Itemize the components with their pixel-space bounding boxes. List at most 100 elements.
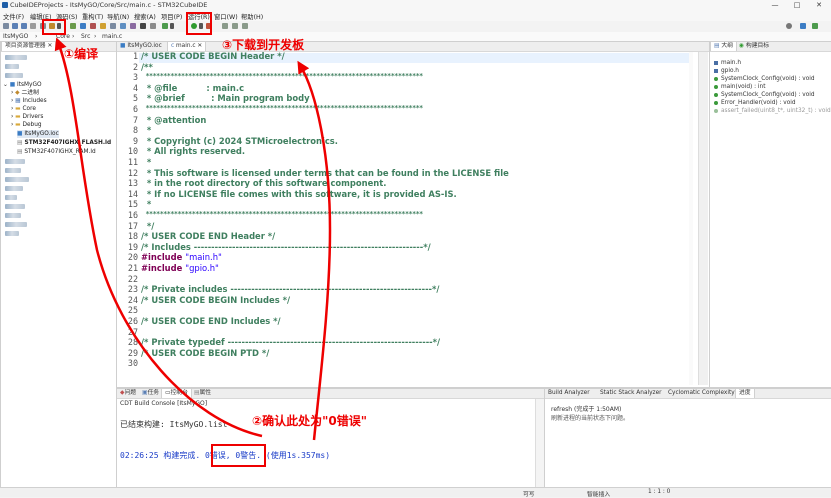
code-line[interactable]: * All rights reserved. xyxy=(141,146,245,156)
minimize-button[interactable]: — xyxy=(764,0,786,11)
blurred-project-3[interactable] xyxy=(5,72,23,80)
open-type-icon[interactable] xyxy=(120,23,126,29)
tree-item-binaries[interactable]: › ◆ 二进制 xyxy=(11,89,39,97)
close-button[interactable]: ✕ xyxy=(808,0,830,11)
code-line[interactable]: * xyxy=(141,199,151,209)
bug-dropdown-icon[interactable] xyxy=(170,23,174,29)
code-line[interactable]: /* USER CODE BEGIN PTD */ xyxy=(141,348,269,358)
tab-ioc[interactable]: ■ ItsMyGO.ioc xyxy=(117,42,165,51)
new-file-icon[interactable] xyxy=(110,23,116,29)
tab-problems[interactable]: ◆问题 xyxy=(117,389,139,398)
chevron-down-icon[interactable]: ⌄ xyxy=(3,82,10,88)
tree-item-drivers[interactable]: › ▬ Drivers xyxy=(11,113,43,121)
menu-project[interactable]: 项目(P) xyxy=(161,12,182,21)
save-icon[interactable] xyxy=(12,23,18,29)
properties-icon[interactable] xyxy=(30,23,36,29)
outline-item[interactable]: Error_Handler(void) : void xyxy=(714,100,796,108)
tree-item-core[interactable]: › ▬ Core xyxy=(11,105,36,113)
tab-properties[interactable]: ▤属性 xyxy=(191,389,214,398)
code-line[interactable]: * If no LICENSE file comes with this sof… xyxy=(141,189,457,199)
global-search-icon[interactable] xyxy=(786,23,792,29)
nav-forward-icon[interactable] xyxy=(232,23,238,29)
code-line[interactable]: * @brief : Main program body xyxy=(141,93,310,103)
blurred-project-8[interactable] xyxy=(5,194,17,202)
outline-item[interactable]: gpio.h xyxy=(714,68,739,76)
outline-item[interactable]: SystemClock_Config(void) : void xyxy=(714,92,815,100)
save-all-icon[interactable] xyxy=(21,23,27,29)
code-line[interactable]: ****************************************… xyxy=(141,104,423,112)
mcu-icon[interactable] xyxy=(100,23,106,29)
editor-scrollbar[interactable] xyxy=(698,52,708,385)
code-line[interactable]: /** xyxy=(141,62,153,72)
blurred-project-7[interactable] xyxy=(5,185,23,193)
tab-tasks[interactable]: ▣任务 xyxy=(139,389,162,398)
nav-back-icon[interactable] xyxy=(222,23,228,29)
maximize-button[interactable]: □ xyxy=(786,0,808,11)
tree-item-debug[interactable]: › ▬ Debug xyxy=(11,121,42,129)
search-icon[interactable] xyxy=(130,23,136,29)
code-line[interactable]: ****************************************… xyxy=(141,210,423,218)
breadcrumb-src[interactable]: Src xyxy=(81,33,90,40)
breadcrumb-file[interactable]: main.c xyxy=(102,33,122,40)
code-line-include-main[interactable]: #include "main.h" xyxy=(141,252,222,262)
perspective-debug-icon[interactable] xyxy=(812,23,818,29)
outline-item[interactable]: assert_failed(uint8_t*, uint32_t) : void xyxy=(714,108,831,116)
menu-window[interactable]: 窗口(W) xyxy=(214,12,238,21)
outline-item[interactable]: main.h xyxy=(714,60,741,68)
code-line[interactable]: * @attention xyxy=(141,115,207,125)
code-line[interactable]: /* Private includes --------------------… xyxy=(141,284,439,294)
tab-main-c[interactable]: c main.c ✕ xyxy=(167,42,207,51)
tree-item-ioc[interactable]: ■ ItsMyGO.ioc xyxy=(17,130,59,138)
blurred-project-9[interactable] xyxy=(5,203,25,211)
debug-icon[interactable] xyxy=(70,23,76,29)
tab-project-explorer[interactable]: 项目资源管理器 ✕ xyxy=(1,42,57,51)
tree-item-includes[interactable]: › ▦ Includes xyxy=(11,97,47,105)
tree-item-ram-ld[interactable]: ▤ STM32F407IGHX_RAM.ld xyxy=(17,148,96,156)
code-line[interactable]: * Copyright (c) 2024 STMicroelectronics. xyxy=(141,136,338,146)
menu-help[interactable]: 帮助(H) xyxy=(241,12,263,21)
last-edit-icon[interactable] xyxy=(242,23,248,29)
blurred-project-10[interactable] xyxy=(5,212,21,220)
blurred-project-11[interactable] xyxy=(5,221,27,229)
blurred-project-4[interactable] xyxy=(5,158,25,166)
new-icon[interactable] xyxy=(3,23,9,29)
code-line[interactable]: * xyxy=(141,125,151,135)
menu-navigate[interactable]: 导航(N) xyxy=(107,12,129,21)
tab-progress[interactable]: 进度 xyxy=(735,389,755,398)
menu-refactor[interactable]: 重构(T) xyxy=(82,12,103,21)
bug-icon[interactable] xyxy=(162,23,168,29)
tree-item-project[interactable]: ⌄ ■ ItsMyGO xyxy=(3,81,42,89)
menu-search[interactable]: 搜索(A) xyxy=(134,12,156,21)
code-line[interactable]: ****************************************… xyxy=(141,72,423,80)
connect-icon[interactable] xyxy=(90,23,96,29)
tab-static-stack[interactable]: Static Stack Analyzer xyxy=(597,389,665,398)
device-config-icon[interactable] xyxy=(80,23,86,29)
terminal-icon[interactable] xyxy=(140,23,146,29)
code-line[interactable]: /* USER CODE END Header */ xyxy=(141,231,275,241)
code-line-include-gpio[interactable]: #include "gpio.h" xyxy=(141,263,219,273)
console-scrollbar[interactable] xyxy=(535,399,544,487)
outline-item[interactable]: main(void) : int xyxy=(714,84,765,92)
code-line[interactable]: * This software is licensed under terms … xyxy=(141,168,509,178)
tree-item-flash-ld[interactable]: ▤ STM32F407IGHX_FLASH.ld xyxy=(17,139,111,147)
breadcrumb-project[interactable]: ItsMyGO xyxy=(3,33,28,40)
menu-file[interactable]: 文件(F) xyxy=(3,12,24,21)
blurred-project-5[interactable] xyxy=(5,167,21,175)
code-line[interactable]: * xyxy=(141,157,151,167)
code-line[interactable]: */ xyxy=(141,221,154,231)
code-line[interactable]: /* Private typedef ---------------------… xyxy=(141,337,440,347)
blurred-project-12[interactable] xyxy=(5,230,19,238)
code-line[interactable]: /* USER CODE BEGIN Includes */ xyxy=(141,295,290,305)
code-line[interactable]: /* Includes ----------------------------… xyxy=(141,242,431,252)
close-icon[interactable]: ✕ xyxy=(47,43,52,49)
tab-cyclomatic[interactable]: Cyclomatic Complexity xyxy=(665,389,738,398)
blurred-project-2[interactable] xyxy=(5,63,19,71)
close-icon[interactable]: ✕ xyxy=(197,43,202,49)
blurred-project-1[interactable] xyxy=(5,54,27,62)
tab-build-targets[interactable]: ◉ 构建目标 xyxy=(736,42,772,51)
code-line[interactable]: * in the root directory of this software… xyxy=(141,178,387,188)
perspective-icon[interactable] xyxy=(800,23,806,29)
tab-outline[interactable]: ▤ 大纲 xyxy=(710,42,737,51)
code-line[interactable]: * @file : main.c xyxy=(141,83,244,93)
wrench-icon[interactable] xyxy=(150,23,156,29)
